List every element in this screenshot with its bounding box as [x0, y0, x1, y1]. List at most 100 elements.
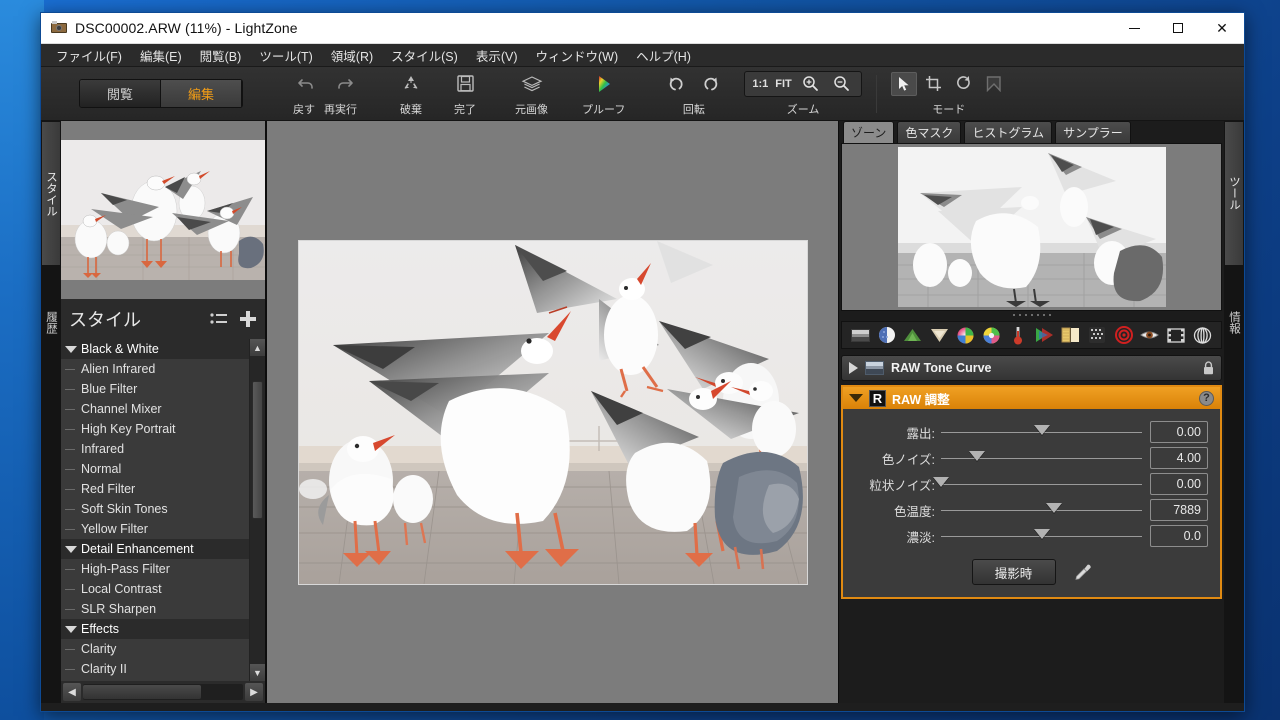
slider-value[interactable]: 4.00 — [1150, 447, 1208, 469]
style-item-row[interactable]: Normal — [61, 459, 249, 479]
undo-icon[interactable] — [295, 73, 319, 95]
sharpen-icon[interactable] — [902, 325, 923, 345]
styles-vertical-scrollbar[interactable]: ▲ ▼ — [249, 339, 265, 681]
clone-icon[interactable] — [1139, 325, 1160, 345]
slider-track[interactable] — [941, 527, 1142, 545]
scroll-right-arrow[interactable]: ▶ — [245, 683, 263, 701]
style-item-row[interactable]: Blue Filter — [61, 379, 249, 399]
slider-track[interactable] — [941, 501, 1142, 519]
menu-view[interactable]: 表示(V) — [467, 43, 527, 68]
style-group-row[interactable]: Detail Enhancement — [61, 539, 249, 559]
image-viewer[interactable] — [266, 121, 839, 703]
tab-color-mask[interactable]: 色マスク — [897, 121, 962, 143]
save-icon[interactable] — [453, 73, 477, 95]
style-item-row[interactable]: Red Filter — [61, 479, 249, 499]
rotate-left-icon[interactable] — [663, 73, 687, 95]
style-item-row[interactable]: High Key Portrait — [61, 419, 249, 439]
rail-tab-styles[interactable]: スタイル — [41, 121, 61, 266]
menu-edit[interactable]: 編集(E) — [131, 43, 191, 68]
slider-value[interactable]: 7889 — [1150, 499, 1208, 521]
noise-reduction-icon[interactable] — [1087, 325, 1108, 345]
list-view-icon[interactable] — [210, 312, 228, 326]
style-item-row[interactable]: SLR Sharpen — [61, 599, 249, 619]
close-button[interactable]: ✕ — [1200, 13, 1244, 44]
scroll-thumb[interactable] — [252, 380, 263, 520]
group-expand-icon[interactable] — [65, 545, 77, 553]
redo-icon[interactable] — [332, 73, 356, 95]
slider-knob[interactable] — [1033, 529, 1050, 539]
style-item-row[interactable]: Alien Infrared — [61, 359, 249, 379]
raw-adjust-header[interactable]: R RAW 調整 ? — [843, 387, 1220, 409]
style-item-row[interactable]: Yellow Filter — [61, 519, 249, 539]
zone-mapper-icon[interactable] — [850, 325, 871, 345]
menu-tools[interactable]: ツール(T) — [250, 43, 321, 68]
maximize-button[interactable] — [1156, 13, 1200, 44]
slider-knob[interactable] — [1033, 425, 1050, 435]
style-item-row[interactable]: Channel Mixer — [61, 399, 249, 419]
layers-icon[interactable] — [520, 73, 544, 95]
tab-zone[interactable]: ゾーン — [843, 121, 895, 143]
menu-styles[interactable]: スタイル(S) — [382, 43, 467, 68]
slider-knob[interactable] — [1045, 503, 1062, 513]
styles-horizontal-scrollbar[interactable]: ◀ ▶ — [61, 681, 265, 703]
zoom-fit-button[interactable]: FIT — [775, 78, 792, 90]
slider-track[interactable] — [941, 423, 1142, 441]
spot-icon[interactable] — [1166, 325, 1187, 345]
add-style-icon[interactable] — [239, 310, 257, 328]
slider-track[interactable] — [941, 449, 1142, 467]
red-eye-icon[interactable] — [1113, 325, 1134, 345]
scroll-down-arrow[interactable]: ▼ — [250, 664, 265, 681]
browse-mode-button[interactable]: 閲覧 — [80, 80, 161, 107]
color-balance-icon[interactable] — [981, 325, 1002, 345]
scroll-up-arrow[interactable]: ▲ — [250, 339, 265, 356]
slider-track[interactable] — [933, 475, 1142, 493]
menu-file[interactable]: ファイル(F) — [47, 43, 131, 68]
style-item-row[interactable]: High-Pass Filter — [61, 559, 249, 579]
white-balance-icon[interactable] — [1008, 325, 1029, 345]
slider-knob[interactable] — [969, 451, 986, 461]
preview-thumbnail[interactable] — [61, 121, 265, 299]
eyedropper-icon[interactable] — [1074, 563, 1092, 581]
channel-mixer-icon[interactable] — [1034, 325, 1055, 345]
zoom-out-icon[interactable] — [830, 73, 854, 95]
menu-window[interactable]: ウィンドウ(W) — [526, 43, 627, 68]
style-item-row[interactable]: Clarity II — [61, 659, 249, 679]
tool-row-raw-tone-curve[interactable]: RAW Tone Curve — [841, 355, 1222, 381]
menu-help[interactable]: ヘルプ(H) — [627, 43, 700, 68]
rotate-tool-button[interactable] — [951, 72, 977, 96]
zone-preview[interactable] — [841, 143, 1222, 311]
zoom-1-1-button[interactable]: 1:1 — [752, 78, 768, 90]
help-icon[interactable]: ? — [1199, 390, 1214, 406]
slider-knob[interactable] — [933, 477, 949, 487]
rail-tab-tools[interactable]: ツール — [1224, 121, 1244, 266]
style-item-row[interactable]: Local Contrast — [61, 579, 249, 599]
style-item-row[interactable]: Soft Skin Tones — [61, 499, 249, 519]
edit-mode-button[interactable]: 編集 — [161, 80, 242, 107]
rotate-right-icon[interactable] — [700, 73, 724, 95]
scroll-left-arrow[interactable]: ◀ — [63, 683, 81, 701]
menu-region[interactable]: 領域(R) — [322, 43, 382, 68]
expand-arrow-icon[interactable] — [849, 362, 858, 374]
gaussian-icon[interactable] — [1192, 325, 1213, 345]
group-expand-icon[interactable] — [65, 625, 77, 633]
slider-value[interactable]: 0.0 — [1150, 525, 1208, 547]
black-and-white-icon[interactable] — [1060, 325, 1081, 345]
tab-histogram[interactable]: ヒストグラム — [964, 121, 1053, 143]
style-item-row[interactable]: Infrared — [61, 439, 249, 459]
zoom-in-icon[interactable] — [799, 73, 823, 95]
hscroll-thumb[interactable] — [83, 685, 202, 699]
rail-tab-info[interactable]: 情報 — [1224, 266, 1244, 378]
pointer-tool-button[interactable] — [890, 71, 917, 96]
recycle-icon[interactable] — [399, 73, 423, 95]
menu-browse[interactable]: 閲覧(B) — [191, 43, 251, 68]
blur-icon[interactable] — [929, 325, 950, 345]
slider-value[interactable]: 0.00 — [1150, 473, 1208, 495]
as-shot-button[interactable]: 撮影時 — [971, 559, 1056, 585]
style-item-row[interactable]: Clarity — [61, 639, 249, 659]
group-expand-icon[interactable] — [65, 345, 77, 353]
lock-icon[interactable] — [1203, 361, 1214, 375]
collapse-arrow-icon[interactable] — [849, 394, 863, 402]
proof-icon[interactable] — [592, 73, 616, 95]
styles-list[interactable]: Black & White Alien Infrared Blue Filter Ch… — [61, 339, 265, 681]
style-group-row[interactable]: Black & White — [61, 339, 249, 359]
